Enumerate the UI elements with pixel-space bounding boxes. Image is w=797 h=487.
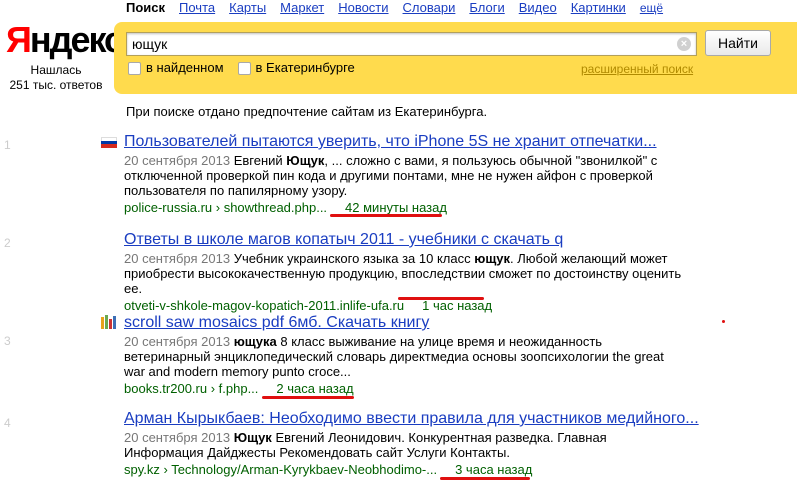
results-count-line2: 251 тыс. ответов bbox=[9, 78, 103, 92]
search-input[interactable]: ющук × bbox=[126, 32, 697, 56]
result-url-line: books.tr200.ru › f.php... 2 часа назад bbox=[124, 381, 684, 396]
result-title-link[interactable]: Ответы в школе магов копатыч 2011 - учеб… bbox=[124, 231, 563, 248]
service-news-link[interactable]: Новости bbox=[338, 0, 388, 18]
clear-icon[interactable]: × bbox=[677, 37, 691, 51]
result-date: 20 сентября 2013 bbox=[124, 430, 231, 445]
result-title-link[interactable]: scroll saw mosaics pdf 6мб. Скачать книг… bbox=[124, 314, 429, 331]
search-query: ющук bbox=[132, 36, 168, 52]
logo-rest: ндекс bbox=[29, 19, 124, 60]
service-market-link[interactable]: Маркет bbox=[280, 0, 324, 18]
result-url-line: spy.kz › Technology/Arman-Kyrykbaev-Neob… bbox=[124, 462, 684, 477]
search-result: scroll saw mosaics pdf 6мб. Скачать книг… bbox=[124, 314, 684, 396]
search-result: Арман Кырыкбаев: Необходимо ввести прави… bbox=[124, 410, 699, 477]
result-date: 20 сентября 2013 bbox=[124, 334, 231, 349]
search-result: Ответы в школе магов копатыч 2011 - учеб… bbox=[124, 231, 684, 313]
service-mail-link[interactable]: Почта bbox=[179, 0, 215, 18]
snippet-text: Евгений bbox=[230, 153, 287, 168]
result-url-link[interactable]: spy.kz › Technology/Arman-Kyrykbaev-Neob… bbox=[124, 462, 437, 477]
service-more-link[interactable]: ещё bbox=[640, 0, 663, 18]
result-time-ago: 2 часа назад bbox=[276, 381, 354, 396]
results-count-line1: Нашлась bbox=[30, 63, 82, 77]
service-dictionaries-link[interactable]: Словари bbox=[403, 0, 456, 18]
result-title-link[interactable]: Пользователей пытаются уверить, что iPho… bbox=[124, 133, 657, 150]
in-found-label: в найденном bbox=[146, 60, 224, 75]
search-bar: ющук × Найти в найденном в Екатеринбурге… bbox=[114, 22, 797, 94]
snippet-text: Учебник украинского языка за 10 класс bbox=[230, 251, 475, 266]
snippet-highlight: ющука bbox=[233, 334, 277, 349]
result-number: 3 bbox=[4, 334, 11, 348]
result-url-link[interactable]: otveti-v-shkole-magov-kopatich-2011.inli… bbox=[124, 298, 404, 313]
result-number: 4 bbox=[4, 416, 11, 430]
red-mark-dot bbox=[722, 320, 725, 323]
result-time-ago: 42 минуты назад bbox=[345, 200, 447, 215]
region-preference-note: При поиске отдано предпочтение сайтам из… bbox=[126, 104, 488, 119]
result-date: 20 сентября 2013 bbox=[124, 153, 231, 168]
logo-ya: Я bbox=[6, 19, 32, 60]
logo-text: Яндекс bbox=[6, 19, 124, 60]
results-count: Нашлась 251 тыс. ответов bbox=[6, 63, 106, 93]
result-number: 2 bbox=[4, 236, 11, 250]
result-date: 20 сентября 2013 bbox=[124, 251, 231, 266]
result-time-ago: 1 час назад bbox=[422, 298, 493, 313]
snippet-highlight: Ющук bbox=[286, 153, 325, 168]
russia-flag-icon bbox=[101, 137, 117, 148]
search-options: в найденном в Екатеринбурге bbox=[128, 60, 355, 76]
result-url-line: otveti-v-shkole-magov-kopatich-2011.inli… bbox=[124, 298, 684, 313]
search-button[interactable]: Найти bbox=[705, 30, 771, 56]
books-icon bbox=[101, 315, 117, 329]
service-maps-link[interactable]: Карты bbox=[229, 0, 266, 18]
in-city-label: в Екатеринбурге bbox=[255, 60, 355, 75]
result-snippet: 20 сентября 2013 Учебник украинского язы… bbox=[124, 251, 684, 296]
services-nav: Поиск Почта Карты Маркет Новости Словари… bbox=[126, 0, 663, 18]
red-underline-mark bbox=[330, 214, 442, 217]
service-video-link[interactable]: Видео bbox=[519, 0, 557, 18]
result-url-line: police-russia.ru › showthread.php... 42 … bbox=[124, 200, 684, 215]
advanced-search-link[interactable]: расширенный поиск bbox=[581, 62, 693, 76]
snippet-highlight: Ющук bbox=[233, 430, 272, 445]
result-snippet: 20 сентября 2013 ющука 8 класс выживание… bbox=[124, 334, 684, 379]
red-underline-mark bbox=[262, 396, 354, 399]
in-city-option[interactable]: в Екатеринбурге bbox=[237, 60, 355, 76]
red-underline-mark bbox=[440, 477, 530, 480]
result-number: 1 bbox=[4, 138, 11, 152]
result-snippet: 20 сентября 2013 Евгений Ющук, ... сложн… bbox=[124, 153, 684, 198]
in-found-checkbox[interactable] bbox=[128, 61, 141, 75]
result-url-link[interactable]: police-russia.ru › showthread.php... bbox=[124, 200, 327, 215]
result-title-link[interactable]: Арман Кырыкбаев: Необходимо ввести прави… bbox=[124, 410, 699, 427]
red-underline-mark bbox=[398, 297, 484, 300]
result-snippet: 20 сентября 2013 Ющук Евгений Леонидович… bbox=[124, 430, 684, 460]
service-blogs-link[interactable]: Блоги bbox=[469, 0, 504, 18]
search-result: Пользователей пытаются уверить, что iPho… bbox=[124, 133, 684, 215]
result-url-link[interactable]: books.tr200.ru › f.php... bbox=[124, 381, 258, 396]
snippet-highlight: ющук bbox=[474, 251, 511, 266]
in-found-option[interactable]: в найденном bbox=[128, 60, 224, 76]
yandex-logo[interactable]: Яндекс Нашлась 251 тыс. ответов bbox=[6, 19, 124, 93]
result-time-ago: 3 часа назад bbox=[455, 462, 533, 477]
service-search-active: Поиск bbox=[126, 0, 166, 15]
service-images-link[interactable]: Картинки bbox=[571, 0, 626, 18]
in-city-checkbox[interactable] bbox=[237, 61, 251, 75]
